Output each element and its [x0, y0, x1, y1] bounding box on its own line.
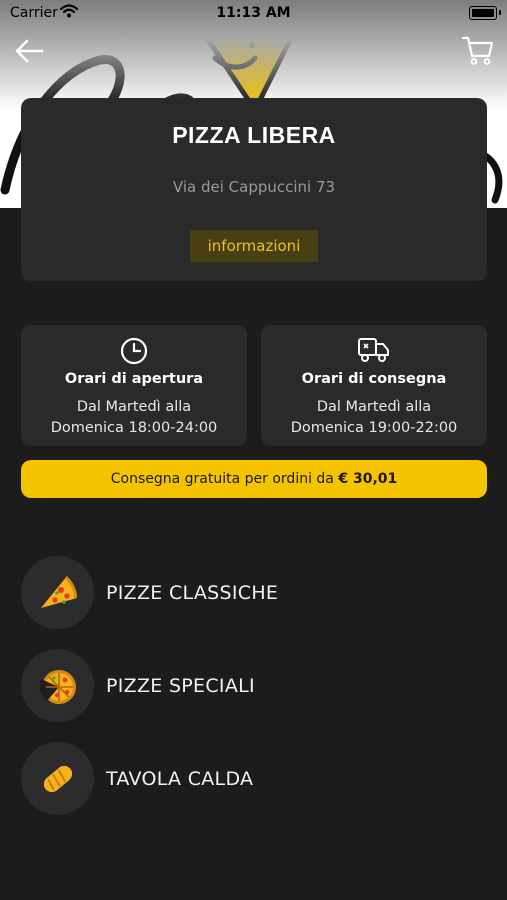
- free-delivery-text: Consegna gratuita per ordini da: [110, 471, 339, 487]
- battery-tip: [499, 10, 501, 15]
- opening-hours-card: Orari di apertura Dal Martedì alla Domen…: [21, 325, 247, 446]
- category-pizze-speciali[interactable]: PIZZE SPECIALI: [21, 649, 487, 723]
- restaurant-address: Via dei Cappuccini 73: [172, 178, 336, 196]
- category-label: PIZZE CLASSICHE: [106, 582, 279, 604]
- delivery-hours-card: Orari di consegna Dal Martedì alla Domen…: [261, 325, 487, 446]
- info-button[interactable]: informazioni: [190, 230, 318, 262]
- pizza-slice-icon: [41, 576, 77, 608]
- status-bar: Carrier 11:13 AM: [0, 0, 507, 26]
- opening-hours-title: Orari di apertura: [64, 371, 204, 387]
- bread-icon: [43, 765, 73, 793]
- category-icon-bg: [21, 649, 94, 722]
- delivery-truck-icon: [358, 338, 389, 362]
- category-label: PIZZE SPECIALI: [106, 675, 255, 697]
- status-time: 11:13 AM: [216, 5, 291, 21]
- delivery-hours-line2: Domenica 19:00-22:00: [290, 420, 458, 436]
- category-label: TAVOLA CALDA: [106, 768, 254, 790]
- category-pizze-classiche[interactable]: PIZZE CLASSICHE: [21, 556, 487, 630]
- arrow-left-icon[interactable]: [14, 38, 44, 64]
- category-icon-bg: [21, 556, 94, 629]
- opening-hours-line2: Domenica 18:00-24:00: [50, 420, 218, 436]
- delivery-hours-line1: Dal Martedì alla: [316, 399, 432, 415]
- battery-icon: [469, 6, 497, 20]
- pizza-whole-icon: [39, 670, 76, 704]
- restaurant-info-card: PIZZA LIBERA Via dei Cappuccini 73 infor…: [21, 98, 487, 281]
- delivery-hours-title: Orari di consegna: [301, 371, 447, 387]
- cart-icon[interactable]: [461, 33, 495, 67]
- category-icon-bg: [21, 742, 94, 815]
- restaurant-name: PIZZA LIBERA: [172, 122, 336, 148]
- free-delivery-amount: € 30,01: [338, 471, 398, 487]
- delivery-hours-text: Dal Martedì alla Domenica 19:00-22:00: [261, 397, 487, 439]
- opening-hours-line1: Dal Martedì alla: [76, 399, 192, 415]
- clock-icon: [120, 337, 148, 365]
- opening-hours-text: Dal Martedì alla Domenica 18:00-24:00: [21, 397, 247, 439]
- category-tavola-calda[interactable]: TAVOLA CALDA: [21, 742, 487, 816]
- free-delivery-banner: Consegna gratuita per ordini da € 30,01: [21, 460, 487, 498]
